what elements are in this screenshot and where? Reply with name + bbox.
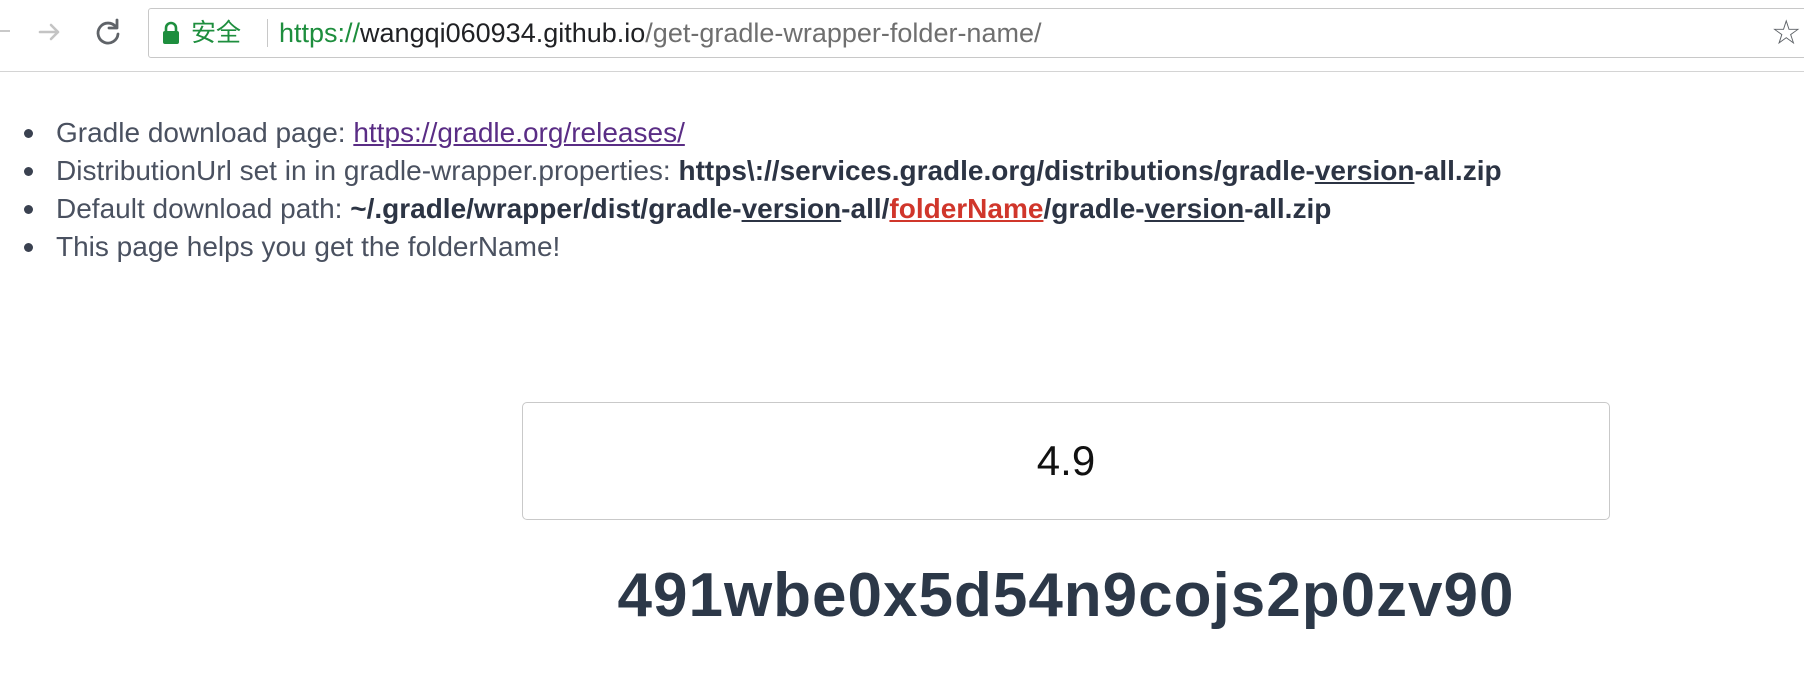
folder-name-placeholder: folderName (889, 193, 1044, 224)
list-item-helper-text: This page helps you get the folderName! (22, 228, 1502, 266)
secure-label: 安全 (191, 18, 242, 47)
path-part-4: -all.zip (1244, 193, 1332, 224)
path-part-3: /gradle- (1043, 193, 1145, 224)
list-item-distribution-url: DistributionUrl set in in gradle-wrapper… (22, 152, 1502, 190)
forward-arrow-icon[interactable] (32, 14, 68, 50)
download-page-label: Gradle download page: (56, 117, 354, 148)
folder-name-result: 491wbe0x5d54n9cojs2p0zv90 (617, 561, 1515, 630)
distribution-url-suffix: -all.zip (1414, 155, 1502, 186)
address-divider (267, 19, 268, 47)
page-content: Gradle download page: https://gradle.org… (0, 72, 1804, 698)
distribution-url-value: https\://services.gradle.org/distributio… (679, 155, 1502, 186)
list-item-download-path: Default download path: ~/.gradle/wrapper… (22, 190, 1502, 228)
url-text[interactable]: https://wangqi060934.github.io/get-gradl… (279, 9, 1041, 57)
download-path-value: ~/.gradle/wrapper/dist/gradle-version-al… (350, 193, 1331, 224)
url-host: wangqi060934.github.io (360, 18, 646, 48)
version-input[interactable] (522, 402, 1610, 520)
back-arrow-icon[interactable] (0, 30, 10, 32)
version-placeholder: version (1144, 193, 1245, 224)
version-placeholder: version (1314, 155, 1415, 186)
list-item-download-page: Gradle download page: https://gradle.org… (22, 114, 1502, 152)
distribution-url-label: DistributionUrl set in in gradle-wrapper… (56, 155, 679, 186)
browser-toolbar: 安全 https://wangqi060934.github.io/get-gr… (0, 0, 1804, 72)
address-bar[interactable]: 安全 https://wangqi060934.github.io/get-gr… (148, 8, 1804, 58)
url-path: /get-gradle-wrapper-folder-name/ (645, 18, 1042, 48)
star-icon[interactable]: ☆ (1771, 15, 1801, 51)
path-part-2: -all/ (841, 193, 890, 224)
info-list: Gradle download page: https://gradle.org… (22, 114, 1502, 266)
distribution-url-prefix: https\://services.gradle.org/distributio… (678, 155, 1315, 186)
helper-text: This page helps you get the folderName! (56, 231, 561, 262)
url-scheme: https:// (279, 18, 361, 48)
reload-icon[interactable] (90, 14, 126, 50)
gradle-releases-link[interactable]: https://gradle.org/releases/ (353, 117, 685, 148)
path-part-1: ~/.gradle/wrapper/dist/gradle- (350, 193, 742, 224)
version-placeholder: version (741, 193, 842, 224)
lock-icon (161, 21, 181, 45)
download-path-label: Default download path: (56, 193, 351, 224)
